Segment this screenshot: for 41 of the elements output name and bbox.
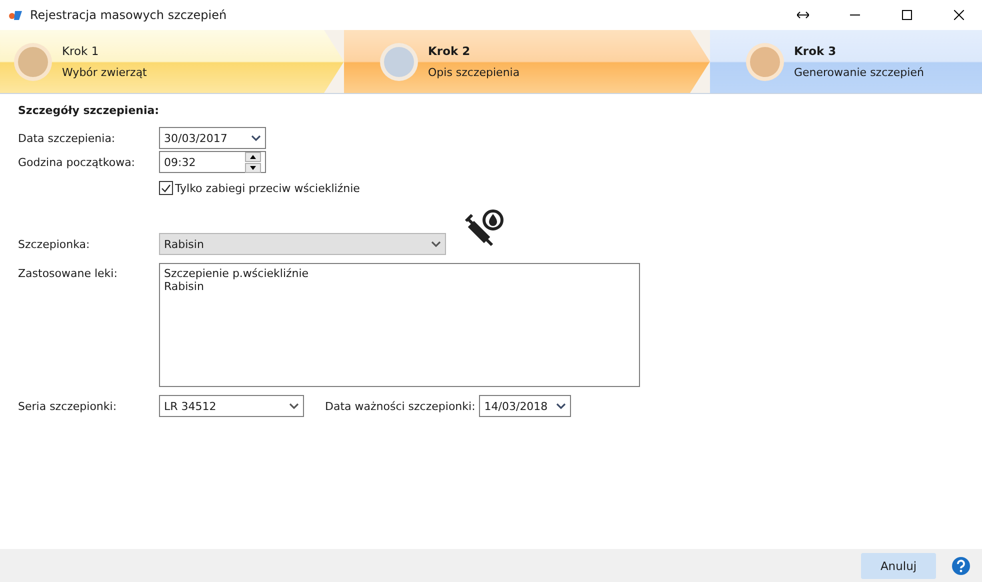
step-subtitle: Generowanie szczepień — [794, 66, 924, 79]
step-title: Krok 3 — [794, 44, 838, 58]
minimize-icon[interactable] — [850, 14, 860, 16]
checkbox-label: Tylko zabiegi przeciw wściekliźnie — [175, 182, 360, 194]
wizard-step[interactable]: Krok 2 Opis szczepienia — [344, 30, 710, 93]
text-line: Szczepienie p.wściekliźnie — [164, 267, 310, 280]
field-label: Seria szczepionki: — [18, 400, 118, 412]
date-picker[interactable]: 14/03/2018 — [479, 395, 572, 417]
date-picker[interactable]: 30/03/2017 — [159, 127, 266, 149]
maximize-icon[interactable] — [902, 10, 912, 20]
chevron-down-icon — [556, 403, 566, 409]
step-circle-icon — [14, 42, 52, 80]
vaccine-dropdown[interactable]: Rabisin — [159, 233, 446, 255]
step-circle-icon — [380, 42, 418, 80]
chevron-down-icon — [431, 241, 441, 247]
field-label: Zastosowane leki: — [18, 267, 118, 280]
chevron-down-icon — [251, 135, 261, 141]
wizard-step[interactable]: Krok 3 Generowanie szczepień — [710, 30, 982, 93]
time-spinner[interactable]: 09:32 — [159, 151, 266, 173]
chevron-down-icon — [289, 403, 299, 409]
section-title: Szczegóły szczepienia: — [18, 104, 160, 117]
step-subtitle: Wybór zwierząt — [62, 66, 147, 79]
help-icon[interactable] — [952, 556, 970, 574]
step-circle-icon — [746, 42, 784, 80]
text-line: Rabisin — [164, 280, 205, 293]
app-logo-icon — [8, 8, 24, 22]
close-icon[interactable] — [954, 10, 964, 20]
field-label: Data szczepienia: — [18, 132, 116, 144]
step-subtitle: Opis szczepienia — [428, 66, 520, 79]
field-label: Data ważności szczepionki: — [325, 400, 476, 412]
window-title: Rejestracja masowych szczepień — [30, 8, 228, 22]
wizard-step[interactable]: Krok 1 Wybór zwierząt — [0, 30, 344, 93]
resize-icon[interactable] — [797, 11, 809, 19]
field-label: Godzina początkowa: — [18, 156, 136, 168]
field-label: Szczepionka: — [18, 238, 91, 251]
step-title: Krok 1 — [62, 44, 100, 58]
drugs-text-area[interactable]: Szczepienie p.wściekliźnie Rabisin — [159, 263, 640, 387]
series-dropdown[interactable]: LR 34512 — [159, 395, 304, 417]
checkbox[interactable] — [159, 181, 173, 195]
step-title: Krok 2 — [428, 44, 472, 58]
cancel-button[interactable]: Anuluj — [861, 552, 936, 578]
